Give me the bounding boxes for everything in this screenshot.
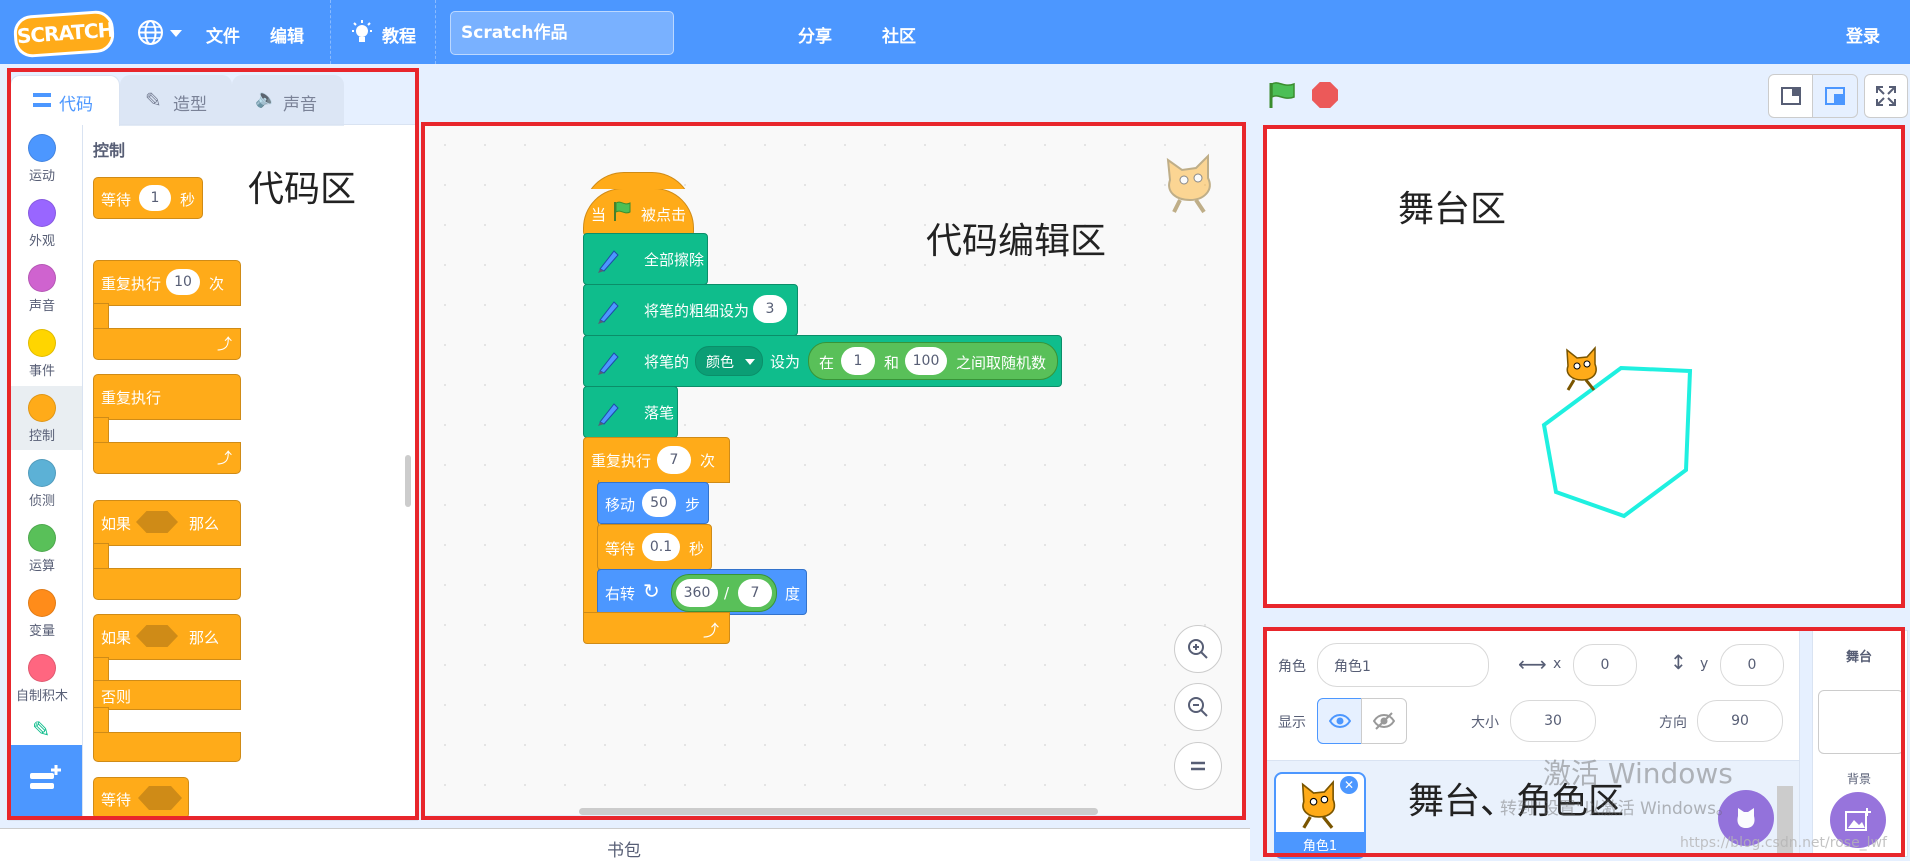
menu-divider	[435, 0, 436, 64]
small-stage-button[interactable]	[1768, 74, 1814, 118]
menu-share[interactable]: 分享	[798, 22, 832, 47]
highlight-editor-area	[421, 122, 1246, 820]
highlight-code-area	[7, 68, 419, 820]
menu-divider	[330, 0, 331, 64]
menu-file[interactable]: 文件	[206, 22, 240, 47]
language-globe-icon[interactable]	[137, 19, 164, 46]
highlight-sprite-area	[1263, 627, 1905, 857]
green-flag-button[interactable]	[1266, 80, 1298, 110]
backpack-label: 书包	[607, 841, 641, 861]
menu-tutorials[interactable]: 教程	[382, 22, 416, 47]
project-title-input[interactable]: Scratch作品	[450, 11, 674, 55]
stop-button[interactable]	[1312, 82, 1338, 108]
fullscreen-button[interactable]	[1864, 74, 1908, 118]
large-stage-button[interactable]	[1812, 74, 1858, 118]
small-stage-icon	[1781, 87, 1801, 105]
fullscreen-icon	[1876, 86, 1896, 106]
highlight-stage-area	[1263, 125, 1905, 608]
lightbulb-icon	[350, 20, 374, 46]
menu-login[interactable]: 登录	[1846, 22, 1880, 47]
menu-edit[interactable]: 编辑	[270, 22, 304, 47]
menu-community[interactable]: 社区	[882, 22, 916, 47]
chevron-down-icon[interactable]	[170, 30, 182, 37]
scratch-logo[interactable]: SCRATCH	[12, 9, 116, 59]
large-stage-icon	[1825, 87, 1845, 105]
